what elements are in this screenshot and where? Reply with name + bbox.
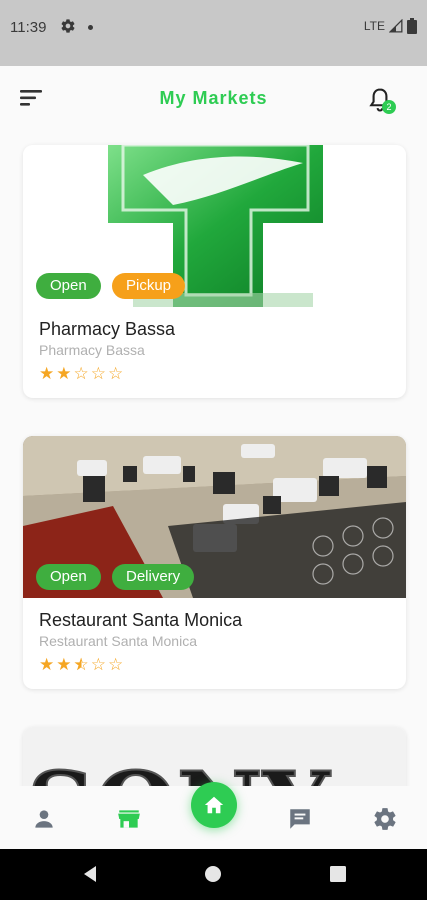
page-title: My Markets — [159, 88, 268, 108]
signal-icon — [389, 19, 403, 33]
market-image: Open Pickup — [23, 145, 406, 307]
market-image: Open Delivery — [23, 436, 406, 598]
status-badge-pickup: Pickup — [112, 273, 186, 299]
system-navigation-bar — [0, 849, 427, 900]
status-bar: 11:39 LTE — [0, 0, 427, 66]
star-empty-icon: ☆ — [73, 364, 89, 383]
star-filled-icon: ★ — [56, 655, 72, 674]
star-empty-icon: ☆ — [108, 655, 124, 674]
app-bar: My Markets — [0, 66, 427, 130]
star-filled-icon: ★ — [56, 364, 72, 383]
battery-icon — [407, 18, 417, 34]
star-filled-icon: ★ — [39, 364, 55, 383]
status-badge-open: Open — [36, 564, 101, 590]
market-card[interactable]: Open Delivery Restaurant Santa Monica Re… — [23, 436, 406, 689]
sony-logo-text: SONY — [27, 752, 331, 786]
status-badge-delivery: Delivery — [112, 564, 195, 590]
market-card[interactable]: Open Pickup Pharmacy Bassa Pharmacy Bass… — [23, 145, 406, 398]
rating-stars: ★ ★ ☆ ☆ ☆ — [39, 364, 390, 384]
settings-icon[interactable] — [372, 806, 398, 832]
home-button[interactable] — [191, 782, 237, 828]
markets-list[interactable]: Open Pickup Pharmacy Bassa Pharmacy Bass… — [0, 130, 427, 786]
network-label: LTE — [363, 19, 385, 33]
star-empty-icon: ☆ — [108, 364, 124, 383]
market-subtitle: Pharmacy Bassa — [39, 342, 145, 358]
market-image: SONY — [23, 727, 406, 786]
chat-icon[interactable] — [287, 806, 313, 832]
dot-icon — [88, 25, 93, 30]
star-half-icon: ★ ☆ — [73, 655, 89, 674]
bottom-navigation — [0, 782, 427, 849]
home-circle-icon[interactable] — [203, 864, 223, 884]
back-icon[interactable] — [80, 864, 100, 884]
status-time: 11:39 — [10, 19, 47, 36]
market-name: Restaurant Santa Monica — [39, 610, 243, 630]
notification-count-badge: 2 — [382, 100, 396, 114]
home-icon — [204, 796, 224, 814]
store-icon[interactable] — [116, 806, 142, 832]
status-icons: LTE — [364, 18, 417, 34]
status-badge-open: Open — [36, 273, 101, 299]
star-empty-icon: ☆ — [90, 364, 106, 383]
rating-stars: ★ ★ ★ ☆ ☆ ☆ — [39, 655, 390, 675]
gear-icon — [61, 19, 75, 33]
market-name: Pharmacy Bassa — [39, 319, 176, 339]
market-card[interactable]: SONY — [23, 727, 406, 786]
star-filled-icon: ★ — [39, 655, 55, 674]
sony-logo: SONY — [26, 751, 332, 786]
person-icon[interactable] — [31, 806, 57, 832]
star-empty-icon: ☆ — [90, 655, 106, 674]
recents-icon[interactable] — [328, 864, 348, 884]
market-subtitle: Restaurant Santa Monica — [39, 633, 197, 649]
